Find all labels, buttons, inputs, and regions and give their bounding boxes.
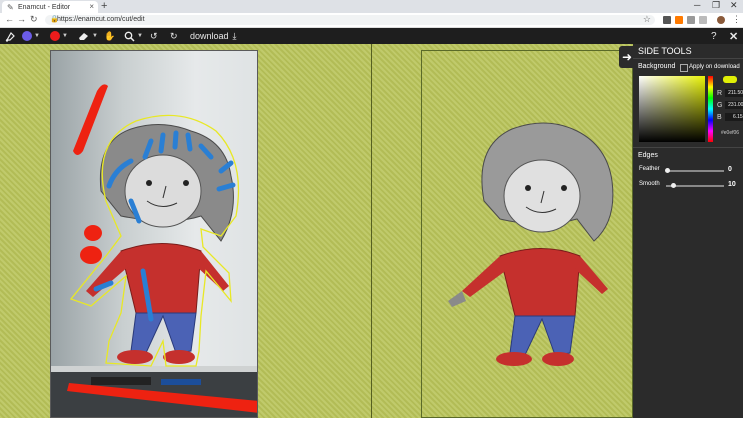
smooth-slider[interactable]: [666, 183, 724, 188]
download-button[interactable]: download ⤓: [190, 29, 237, 43]
download-label: download: [190, 31, 229, 41]
smooth-label: Smooth: [639, 181, 660, 187]
hand-pan-icon[interactable]: ✋: [104, 29, 115, 43]
undo-icon[interactable]: ↺: [150, 29, 158, 43]
close-window-icon[interactable]: ✕: [730, 0, 738, 11]
background-label: Background: [638, 63, 676, 70]
chevron-down-icon: ▼: [62, 33, 68, 39]
help-icon[interactable]: ?: [711, 29, 717, 43]
close-tab-icon[interactable]: ×: [89, 2, 94, 11]
maximize-icon[interactable]: ❐: [712, 0, 720, 11]
hex-value[interactable]: #e0ef06: [721, 130, 739, 136]
extension-icon[interactable]: [663, 16, 671, 24]
feather-slider-handle[interactable]: [665, 168, 670, 173]
current-color-swatch: [723, 76, 737, 83]
smooth-slider-handle[interactable]: [671, 183, 676, 188]
green-input[interactable]: 231.00: [725, 101, 743, 109]
url-text: https://enamcut.com/cut/edit: [57, 16, 145, 23]
cutout-result-image: [448, 122, 614, 366]
blue-value-row: B 6.15: [717, 113, 743, 121]
eraser-icon[interactable]: ▼: [78, 29, 98, 43]
g-label: G: [717, 101, 723, 109]
chevron-down-icon: ▼: [92, 33, 98, 39]
extension-icon[interactable]: [687, 16, 695, 24]
edges-section: Edges Feather 0 Smooth 10: [633, 147, 743, 208]
zoom-icon[interactable]: ▼: [124, 29, 143, 43]
minimize-icon[interactable]: ─: [694, 0, 700, 10]
secondary-brush-color[interactable]: ▼: [50, 29, 68, 43]
address-bar-row: ← → ↻ 🔒 https://enamcut.com/cut/edit ☆ ⋮: [0, 13, 743, 28]
url-field[interactable]: 🔒 https://enamcut.com/cut/edit ☆: [45, 14, 655, 25]
original-image-panel[interactable]: [50, 50, 258, 418]
extension-icon[interactable]: [675, 16, 683, 24]
feather-slider[interactable]: [665, 168, 724, 173]
blue-input[interactable]: 6.15: [724, 113, 743, 121]
feather-label: Feather: [639, 166, 660, 172]
primary-brush-color[interactable]: ▼: [22, 29, 40, 43]
fill-bucket-icon[interactable]: [5, 29, 16, 43]
red-input[interactable]: 211.50: [725, 89, 743, 97]
color-saturation-picker[interactable]: [639, 76, 705, 142]
panel-title: SIDE TOOLS: [638, 46, 692, 56]
profile-avatar[interactable]: [717, 16, 725, 24]
extension-icon[interactable]: [699, 16, 707, 24]
apply-on-download-checkbox[interactable]: [680, 64, 688, 72]
editor-toolbar: ▼ ▼ ▼ ✋ ▼ ↺ ↻ download ⤓ ? ✕: [0, 28, 743, 44]
download-icon: ⤓: [232, 30, 237, 41]
browser-tab[interactable]: ✎ Enamcut - Editor ×: [2, 1, 98, 13]
apply-on-download-label: Apply on download: [689, 64, 740, 70]
chevron-down-icon: ▼: [137, 33, 143, 39]
b-label: B: [717, 113, 722, 121]
bookmark-star-icon[interactable]: ☆: [643, 14, 651, 25]
browser-tab-bar: ✎ Enamcut - Editor × + ─ ❐ ✕: [0, 0, 743, 13]
reload-icon[interactable]: ↻: [30, 14, 38, 25]
feather-value: 0: [728, 166, 732, 173]
smooth-value: 10: [728, 181, 736, 188]
close-icon[interactable]: ✕: [729, 29, 738, 43]
new-tab-button[interactable]: +: [101, 0, 107, 12]
original-drawing-image: [51, 84, 257, 417]
workspace-canvas[interactable]: [0, 44, 743, 418]
enamcut-favicon-icon: ✎: [7, 2, 14, 12]
tab-title: Enamcut - Editor: [18, 3, 71, 11]
side-tools-panel: SIDE TOOLS Background Apply on download …: [633, 44, 743, 418]
canvas-divider: [371, 44, 372, 418]
green-value-row: G 231.00: [717, 101, 743, 109]
cutout-preview-panel[interactable]: [421, 50, 633, 418]
r-label: R: [717, 89, 723, 97]
edges-label: Edges: [638, 152, 658, 159]
browser-menu-icon[interactable]: ⋮: [732, 14, 741, 25]
back-icon[interactable]: ←: [5, 14, 14, 24]
forward-icon[interactable]: →: [17, 14, 26, 24]
chevron-down-icon: ▼: [34, 33, 40, 39]
redo-icon[interactable]: ↻: [170, 29, 178, 43]
hue-slider[interactable]: [708, 76, 713, 142]
red-value-row: R 211.50: [717, 89, 743, 97]
